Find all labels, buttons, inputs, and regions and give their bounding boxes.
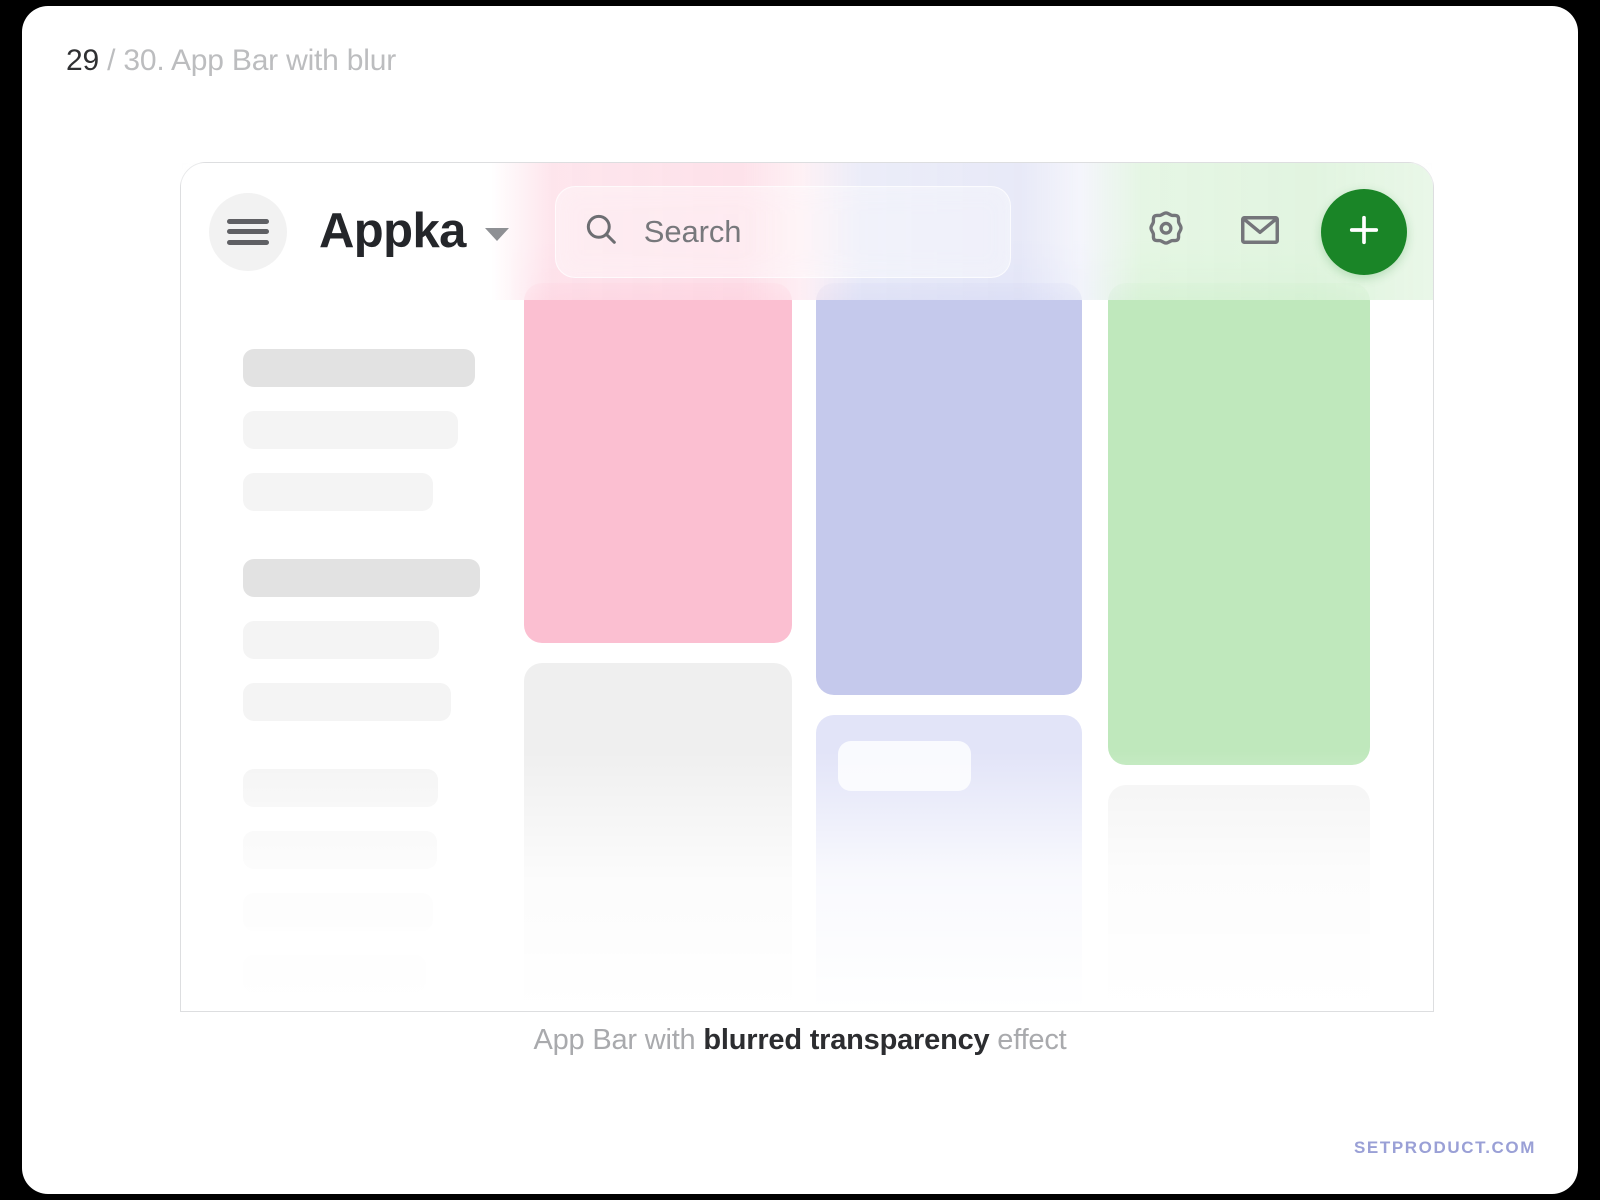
caption: App Bar with blurred transparency effect [22, 1024, 1578, 1057]
app-title: Appka [319, 207, 466, 256]
skeleton-row-1 [243, 411, 458, 449]
caption-prefix: App Bar with [533, 1024, 703, 1056]
skeleton-row-7 [243, 893, 433, 931]
card-lavender-light[interactable] [816, 715, 1082, 1012]
skeleton-row-2 [243, 473, 433, 511]
skeleton-row-6 [243, 831, 437, 869]
hamburger-menu-icon [227, 213, 269, 250]
skeleton-section-header-2 [243, 559, 480, 597]
caption-highlight: blurred transparency [703, 1024, 989, 1056]
add-fab-button[interactable] [1321, 189, 1407, 275]
card-gray-right[interactable] [1108, 785, 1370, 1012]
caption-suffix: effect [989, 1024, 1066, 1056]
card-pink[interactable] [524, 283, 792, 643]
slide-title: 30. App Bar with blur [123, 44, 396, 77]
card-green[interactable] [1108, 283, 1370, 765]
watermark: SETPRODUCT.COM [1354, 1138, 1536, 1158]
card-lavender[interactable] [816, 283, 1082, 695]
slide-header: 29 / 30. App Bar with blur [66, 39, 396, 83]
skeleton-row-3 [243, 621, 439, 659]
hamburger-menu-button[interactable] [209, 193, 287, 271]
slide-card: 29 / 30. App Bar with blur [22, 6, 1578, 1194]
card-chip [838, 741, 971, 791]
search-input[interactable]: Search [555, 186, 1011, 278]
slide-separator: / [99, 44, 123, 77]
chevron-down-icon [485, 228, 509, 241]
skeleton-section-header-1 [243, 349, 475, 387]
settings-button[interactable] [1135, 201, 1197, 263]
mail-icon [1237, 207, 1283, 256]
mail-button[interactable] [1229, 201, 1291, 263]
device-frame: Appka Search [180, 162, 1434, 1012]
skeleton-row-8 [243, 955, 426, 993]
skeleton-row-4 [243, 683, 451, 721]
app-title-dropdown[interactable]: Appka [319, 207, 509, 256]
skeleton-row-5 [243, 769, 438, 807]
slide-number: 29 [66, 44, 99, 77]
gear-icon [1143, 207, 1189, 256]
search-icon [582, 210, 620, 253]
app-bar: Appka Search [181, 163, 1433, 300]
search-placeholder: Search [644, 214, 742, 250]
plus-icon [1343, 209, 1385, 254]
card-gray-tall[interactable] [524, 663, 792, 1012]
